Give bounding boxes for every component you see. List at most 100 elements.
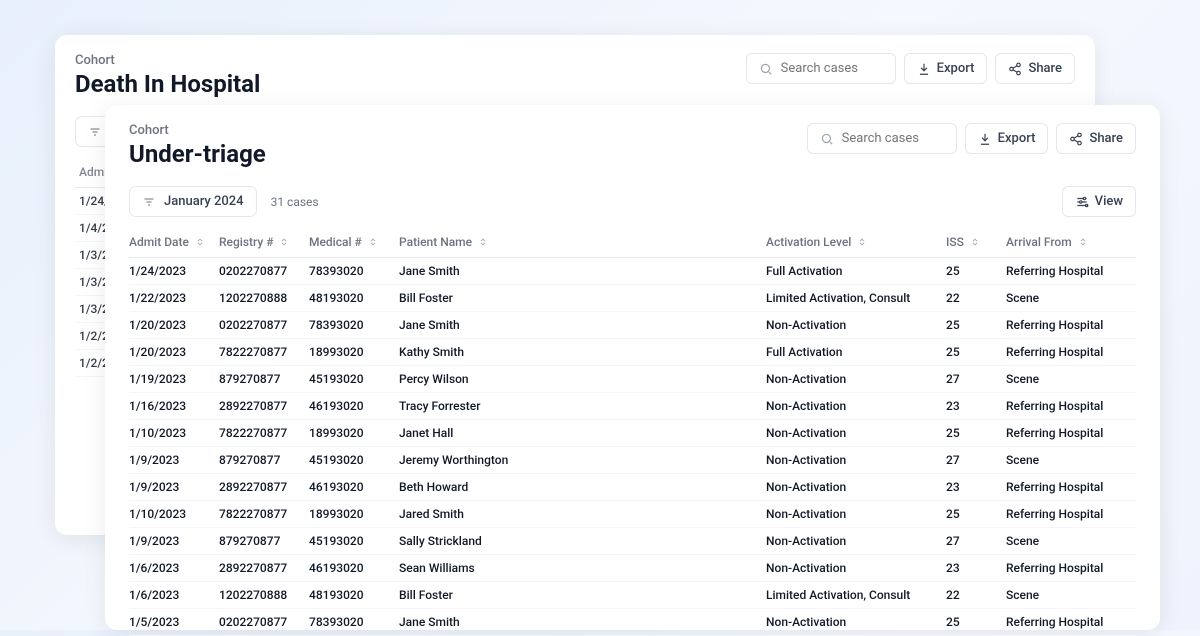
table-row[interactable]: 1/19/202387927087745193020Percy WilsonNo… — [129, 366, 1136, 393]
cell-activation: Limited Activation, Consult — [766, 291, 946, 305]
col-arrival[interactable]: Arrival From — [1006, 235, 1136, 249]
cell-activation: Non-Activation — [766, 480, 946, 494]
cell-medical: 46193020 — [309, 480, 399, 494]
cell-activation: Non-Activation — [766, 534, 946, 548]
cell-medical: 18993020 — [309, 507, 399, 521]
sort-icon — [277, 235, 291, 249]
search-input-wrapper[interactable] — [746, 53, 896, 84]
table-row[interactable]: 1/16/2023289227087746193020Tracy Forrest… — [129, 393, 1136, 420]
cell-activation: Non-Activation — [766, 426, 946, 440]
col-admit-date[interactable]: Admit Date — [129, 235, 219, 249]
filter-icon — [142, 195, 156, 209]
cell-arrival: Scene — [1006, 453, 1136, 467]
cell-iss: 27 — [946, 534, 1006, 548]
cell-medical: 78393020 — [309, 264, 399, 278]
cases-table: Admit Date Registry # Medical # Patient … — [129, 227, 1136, 636]
cell-patient: Jane Smith — [399, 264, 766, 278]
search-input[interactable] — [781, 61, 883, 76]
cell-date: 1/6/2023 — [129, 561, 219, 575]
cell-date: 1/16/2023 — [129, 399, 219, 413]
table-row[interactable]: 1/20/2023020227087778393020Jane SmithNon… — [129, 312, 1136, 339]
cell-patient: Kathy Smith — [399, 345, 766, 359]
col-medical[interactable]: Medical # — [309, 235, 399, 249]
cell-iss: 23 — [946, 480, 1006, 494]
cell-arrival: Referring Hospital — [1006, 345, 1136, 359]
cell-date: 1/20/2023 — [129, 318, 219, 332]
table-row[interactable]: 1/5/2023020227087778393020Jane SmithNon-… — [129, 609, 1136, 636]
cell-registry: 0202270877 — [219, 615, 309, 629]
search-input[interactable] — [842, 131, 944, 146]
cell-registry: 0202270877 — [219, 318, 309, 332]
col-patient-name[interactable]: Patient Name — [399, 235, 766, 249]
table-row[interactable]: 1/9/202387927087745193020Jeremy Worthing… — [129, 447, 1136, 474]
page-title: Under-triage — [129, 140, 266, 168]
cell-medical: 78393020 — [309, 318, 399, 332]
cell-activation: Non-Activation — [766, 561, 946, 575]
sliders-icon — [1075, 195, 1089, 209]
share-button[interactable]: Share — [1056, 123, 1136, 154]
cell-registry: 2892270877 — [219, 480, 309, 494]
cell-registry: 879270877 — [219, 534, 309, 548]
sort-icon — [193, 235, 207, 249]
cell-patient: Jared Smith — [399, 507, 766, 521]
cell-registry: 7822270877 — [219, 507, 309, 521]
cell-medical: 45193020 — [309, 372, 399, 386]
sort-icon — [366, 235, 380, 249]
cell-registry: 1202270888 — [219, 291, 309, 305]
cohort-label: Cohort — [129, 123, 266, 138]
cell-patient: Beth Howard — [399, 480, 766, 494]
table-row[interactable]: 1/6/2023289227087746193020Sean WilliamsN… — [129, 555, 1136, 582]
share-icon — [1008, 62, 1022, 76]
cell-date: 1/9/2023 — [129, 534, 219, 548]
table-row[interactable]: 1/22/2023120227088848193020Bill FosterLi… — [129, 285, 1136, 312]
cell-patient: Jane Smith — [399, 615, 766, 629]
date-filter[interactable]: January 2024 — [129, 186, 257, 217]
cell-patient: Sean Williams — [399, 561, 766, 575]
cell-arrival: Scene — [1006, 372, 1136, 386]
cell-arrival: Referring Hospital — [1006, 399, 1136, 413]
sort-icon — [476, 235, 490, 249]
cell-registry: 1202270888 — [219, 588, 309, 602]
table-row[interactable]: 1/10/2023782227087718993020Janet HallNon… — [129, 420, 1136, 447]
cell-iss: 27 — [946, 453, 1006, 467]
cell-iss: 22 — [946, 291, 1006, 305]
view-button[interactable]: View — [1062, 186, 1136, 217]
cell-date: 1/9/2023 — [129, 480, 219, 494]
cell-medical: 78393020 — [309, 615, 399, 629]
cell-registry: 7822270877 — [219, 426, 309, 440]
export-button[interactable]: Export — [904, 53, 988, 84]
cell-patient: Janet Hall — [399, 426, 766, 440]
table-row[interactable]: 1/9/202387927087745193020Sally Stricklan… — [129, 528, 1136, 555]
table-row[interactable]: 1/6/2023120227088848193020Bill FosterLim… — [129, 582, 1136, 609]
cell-iss: 23 — [946, 561, 1006, 575]
table-row[interactable]: 1/24/2023020227087778393020Jane SmithFul… — [129, 258, 1136, 285]
cell-patient: Jeremy Worthington — [399, 453, 766, 467]
col-iss[interactable]: ISS — [946, 235, 1006, 249]
cell-registry: 0202270877 — [219, 264, 309, 278]
cell-iss: 25 — [946, 615, 1006, 629]
filter-icon — [88, 125, 102, 139]
cell-arrival: Referring Hospital — [1006, 318, 1136, 332]
table-row[interactable]: 1/10/2023782227087718993020Jared SmithNo… — [129, 501, 1136, 528]
cell-iss: 25 — [946, 264, 1006, 278]
col-activation[interactable]: Activation Level — [766, 235, 946, 249]
cell-activation: Full Activation — [766, 264, 946, 278]
search-input-wrapper[interactable] — [807, 123, 957, 154]
cell-iss: 25 — [946, 426, 1006, 440]
share-button[interactable]: Share — [995, 53, 1075, 84]
cell-date: 1/5/2023 — [129, 615, 219, 629]
col-registry[interactable]: Registry # — [219, 235, 309, 249]
table-row[interactable]: 1/20/2023782227087718993020Kathy SmithFu… — [129, 339, 1136, 366]
cell-activation: Full Activation — [766, 345, 946, 359]
cell-iss: 23 — [946, 399, 1006, 413]
cell-patient: Bill Foster — [399, 291, 766, 305]
table-row[interactable]: 1/9/2023289227087746193020Beth HowardNon… — [129, 474, 1136, 501]
cell-date: 1/22/2023 — [129, 291, 219, 305]
cell-arrival: Referring Hospital — [1006, 507, 1136, 521]
cell-registry: 2892270877 — [219, 561, 309, 575]
cell-registry: 2892270877 — [219, 399, 309, 413]
cell-iss: 25 — [946, 507, 1006, 521]
cell-activation: Non-Activation — [766, 372, 946, 386]
cohort-label: Cohort — [75, 53, 260, 68]
export-button[interactable]: Export — [965, 123, 1049, 154]
